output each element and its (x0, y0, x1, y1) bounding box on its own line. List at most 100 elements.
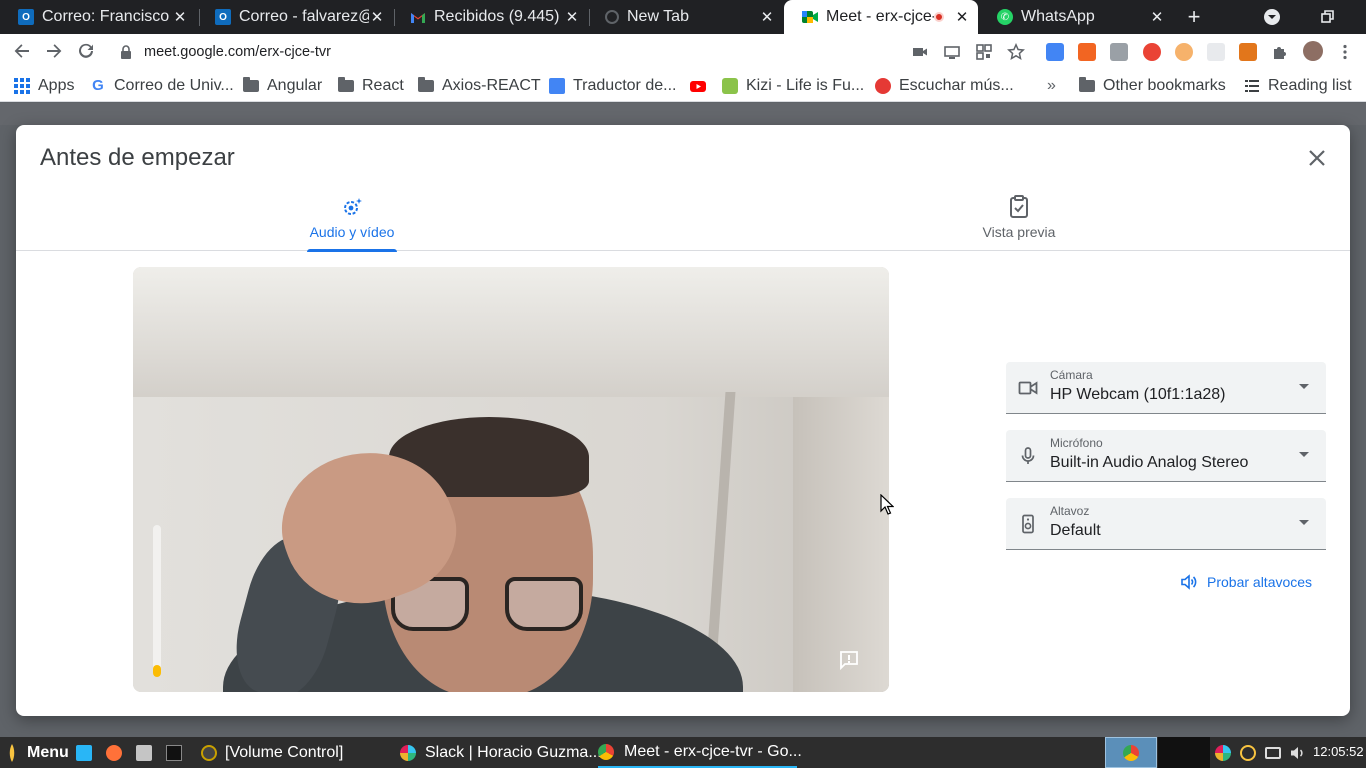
tray-update[interactable] (1240, 737, 1256, 768)
tab-correo-francisco[interactable]: O Correo: Francisco ✕ (0, 0, 196, 34)
chrome-icon (1123, 744, 1139, 761)
report-feedback-icon[interactable] (838, 649, 860, 671)
bookmark-label: Other bookmarks (1103, 77, 1226, 94)
camera-in-use-icon[interactable] (911, 43, 929, 61)
translate-extension-icon[interactable] (1046, 43, 1064, 61)
mic-icon (1021, 447, 1035, 464)
preview-door (793, 397, 889, 692)
outlook-icon: O (18, 9, 34, 25)
files-launcher[interactable] (136, 737, 152, 768)
folder-icon (1079, 77, 1095, 92)
tab-correo-falvarez[interactable]: O Correo - falvarez@ ✕ (197, 0, 393, 34)
tab-whatsapp[interactable]: ✆ WhatsApp ✕ (979, 0, 1173, 34)
tab-meet[interactable]: Meet - erx-cjce- ✕ (784, 0, 978, 34)
extension-icon[interactable] (1110, 43, 1128, 61)
microphone-select[interactable]: Micrófono Built-in Audio Analog Stereo (1006, 430, 1326, 482)
recording-indicator-icon (934, 12, 944, 22)
terminal-launcher[interactable] (166, 737, 182, 768)
reload-button[interactable] (76, 42, 96, 62)
qr-code-icon[interactable] (975, 43, 993, 61)
bookmark-axios-react[interactable]: Axios-REACT (418, 76, 541, 96)
preview-ceiling (133, 267, 889, 417)
bookmark-angular[interactable]: Angular (243, 76, 322, 96)
lock-icon (121, 45, 131, 59)
tab-preview[interactable]: Vista previa (978, 189, 1060, 251)
os-taskbar: Menu [Volume Control] Slack | Horacio Gu… (0, 737, 1366, 768)
back-button[interactable] (12, 42, 32, 62)
profile-avatar[interactable] (1303, 41, 1323, 61)
tab-new-tab[interactable]: New Tab ✕ (587, 0, 783, 34)
tab-gmail[interactable]: Recibidos (9.445) ✕ (392, 0, 588, 34)
reading-list-button[interactable]: Reading list (1244, 76, 1352, 96)
bookmark-apps[interactable]: Apps (14, 76, 74, 96)
test-speakers-label: Probar altavoces (1207, 574, 1313, 590)
extensions-puzzle-icon[interactable] (1271, 43, 1289, 61)
bookmark-correo-univ[interactable]: G Correo de Univ... (90, 76, 234, 96)
test-speakers-button[interactable]: Probar altavoces (1181, 572, 1312, 592)
bookmark-escuchar-musica[interactable]: Escuchar mús... (875, 76, 1014, 96)
hand-extension-icon[interactable] (1175, 43, 1193, 61)
close-icon[interactable] (1306, 147, 1328, 169)
bookmark-traductor[interactable]: Traductor de... (549, 76, 676, 96)
slack-tray-icon (1215, 744, 1231, 761)
taskbar-window-slack[interactable]: Slack | Horacio Guzma... (400, 737, 602, 768)
tab-title: Correo: Francisco (42, 8, 170, 25)
bookmarks-bar: Apps G Correo de Univ... Angular React A… (0, 70, 1366, 102)
camera-select[interactable]: Cámara HP Webcam (10f1:1a28) (1006, 362, 1326, 414)
restore-window-button[interactable] (1318, 8, 1336, 26)
slack-icon (400, 744, 416, 761)
address-bar[interactable]: meet.google.com/erx-cjce-tvr (110, 38, 1040, 66)
bookmark-react[interactable]: React (338, 76, 404, 96)
arrow-forward-icon (47, 44, 62, 58)
dialog-title: Antes de empezar (40, 144, 235, 171)
close-tab-icon[interactable]: ✕ (369, 8, 385, 26)
window-label: Slack | Horacio Guzma... (425, 743, 602, 761)
tab-title: Recibidos (9.445) (434, 8, 560, 25)
meet-icon (802, 9, 818, 25)
mouse-pointer-icon (880, 494, 894, 515)
bookmark-youtube[interactable] (690, 76, 714, 96)
start-menu-button[interactable]: Menu (6, 737, 69, 768)
workspace-1[interactable] (1105, 737, 1157, 768)
fire-extension-icon[interactable] (1143, 43, 1161, 61)
update-tray-icon (1240, 744, 1256, 761)
workspace-2[interactable] (1158, 737, 1210, 768)
bookmark-kizi[interactable]: Kizi - Life is Fu... (722, 76, 864, 96)
close-tab-icon[interactable]: ✕ (759, 8, 775, 26)
tab-search-button[interactable] (1263, 8, 1281, 26)
taskbar-window-meet[interactable]: Meet - erx-cjce-tvr - Go... (598, 737, 802, 768)
close-tab-icon[interactable]: ✕ (954, 8, 970, 26)
bookmark-label: Correo de Univ... (114, 77, 234, 94)
select-label: Micrófono (1050, 436, 1103, 450)
tray-slack[interactable] (1215, 737, 1231, 768)
show-desktop-launcher[interactable] (76, 737, 92, 768)
tray-display[interactable] (1265, 737, 1281, 768)
tab-label: Audio y vídeo (309, 224, 395, 240)
new-tab-button[interactable]: + (1183, 5, 1205, 29)
chevron-double-right-icon: » (1047, 77, 1056, 94)
extension-off-icon[interactable] (1078, 43, 1096, 61)
cast-icon[interactable] (943, 43, 961, 61)
metamask-icon[interactable] (1239, 43, 1257, 61)
tab-audio-video[interactable]: Audio y vídeo (307, 189, 397, 252)
more-bookmarks-button[interactable]: » (1047, 76, 1056, 96)
url-text: meet.google.com/erx-cjce-tvr (144, 44, 331, 60)
speaker-select[interactable]: Altavoz Default (1006, 498, 1326, 550)
tab-title: Meet - erx-cjce- (826, 8, 934, 25)
page-header-strip (0, 103, 1366, 125)
tray-volume[interactable] (1290, 737, 1306, 768)
close-tab-icon[interactable]: ✕ (1149, 8, 1165, 26)
close-tab-icon[interactable]: ✕ (564, 8, 580, 26)
taskbar-window-volume-control[interactable]: [Volume Control] (201, 737, 343, 768)
mic-level-fill (153, 665, 161, 677)
outlook-icon: O (215, 9, 231, 25)
speaker-icon (1022, 514, 1034, 534)
youtube-icon (690, 81, 706, 92)
blank-extension-icon[interactable] (1207, 43, 1225, 61)
bookmark-star-icon[interactable] (1007, 43, 1025, 61)
close-tab-icon[interactable]: ✕ (172, 8, 188, 26)
more-vertical-icon[interactable] (1336, 43, 1354, 61)
forward-button[interactable] (44, 42, 64, 62)
firefox-launcher[interactable] (106, 737, 122, 768)
bookmark-other[interactable]: Other bookmarks (1079, 76, 1226, 96)
